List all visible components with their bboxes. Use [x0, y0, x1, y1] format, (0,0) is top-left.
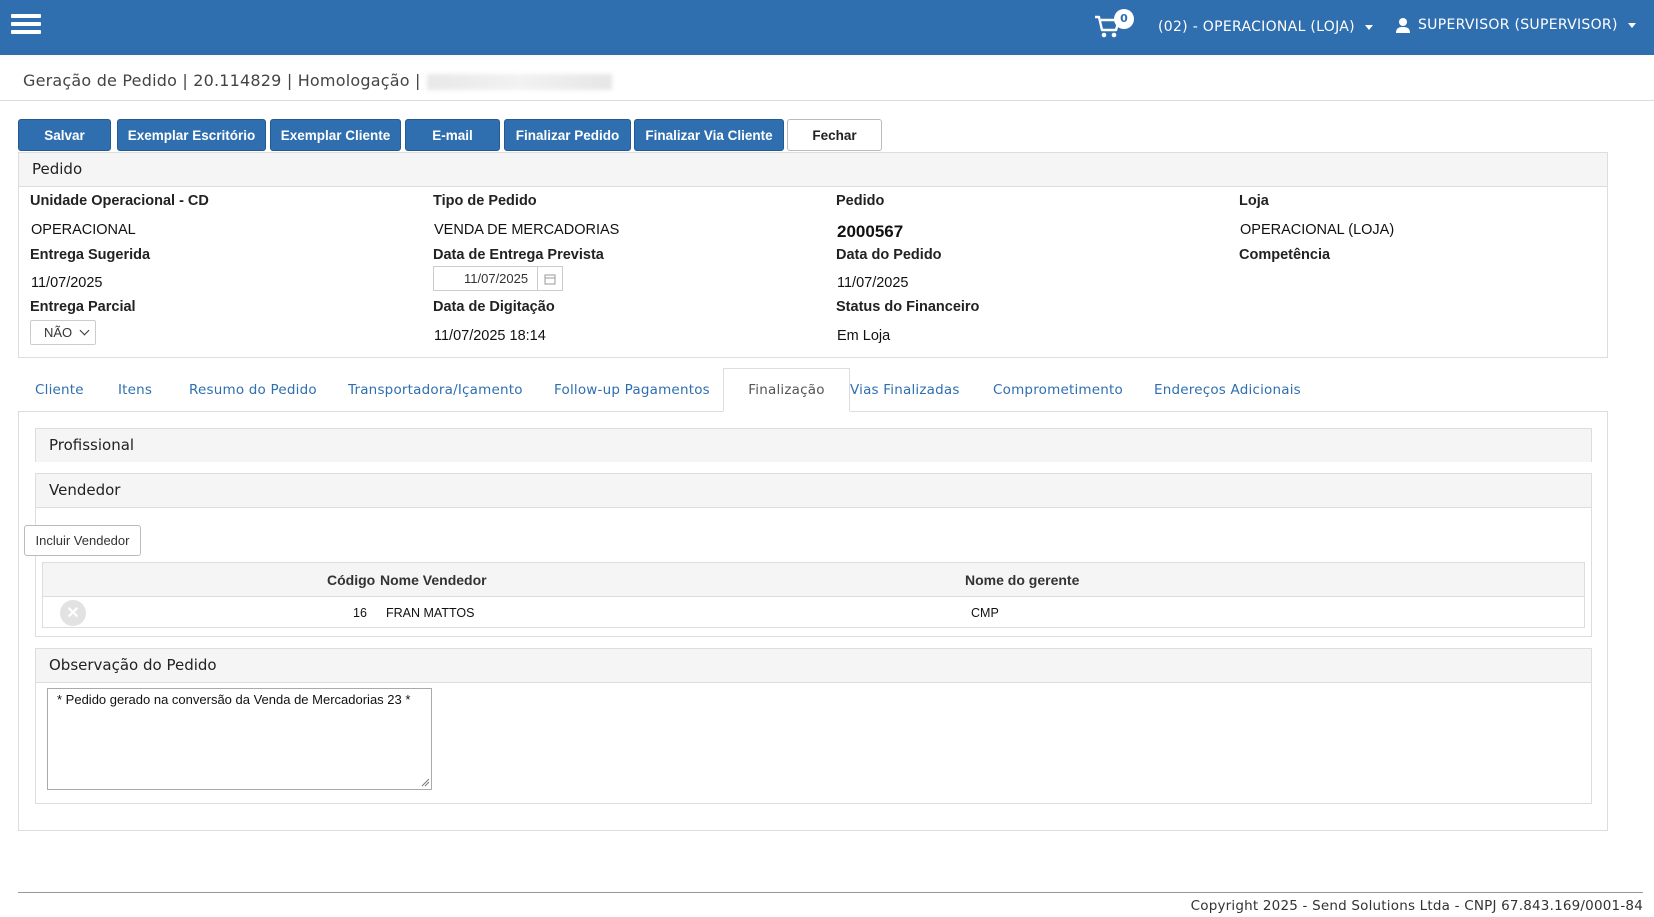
breadcrumb: Geração de Pedido | 20.114829 | Homologa…	[23, 71, 612, 90]
unidade-label: Unidade Operacional - CD	[30, 193, 209, 209]
chevron-down-icon	[79, 325, 90, 336]
tab-follow-up-pagamentos[interactable]: Follow-up Pagamentos	[554, 368, 710, 411]
tab-cliente[interactable]: Cliente	[35, 368, 84, 411]
tab-transportadora[interactable]: Transportadora/Içamento	[348, 368, 523, 411]
menu-icon[interactable]	[11, 14, 41, 36]
finalizar-via-cliente-button[interactable]: Finalizar Via Cliente	[634, 119, 784, 151]
loja-label: Loja	[1239, 193, 1269, 209]
entrega-parcial-label: Entrega Parcial	[30, 299, 136, 315]
observacao-textarea[interactable]: * Pedido gerado na conversão da Venda de…	[47, 688, 432, 790]
calendar-icon[interactable]	[537, 267, 562, 290]
caret-down-icon	[1627, 22, 1636, 28]
loja-value: OPERACIONAL (LOJA)	[1240, 222, 1395, 238]
data-entrega-prevista-input[interactable]: 11/07/2025	[433, 266, 563, 291]
pedido-panel-title: Pedido	[19, 153, 1607, 187]
observacao-panel-title: Observação do Pedido	[36, 649, 1591, 683]
entrega-parcial-value: NÃO	[44, 325, 73, 340]
entrega-sugerida-value: 11/07/2025	[31, 275, 103, 291]
email-button[interactable]: E-mail	[405, 119, 500, 151]
tab-resumo-do-pedido[interactable]: Resumo do Pedido	[189, 368, 317, 411]
redacted-text	[426, 73, 612, 90]
store-selector[interactable]: (02) - OPERACIONAL (LOJA)	[1158, 19, 1373, 35]
store-selector-label: (02) - OPERACIONAL (LOJA)	[1158, 19, 1355, 35]
tab-finalizacao[interactable]: Finalização	[723, 368, 850, 412]
profissional-panel: Profissional	[35, 428, 1592, 462]
exemplar-cliente-button[interactable]: Exemplar Cliente	[270, 119, 401, 151]
row-nome-vendedor: FRAN MATTOS	[386, 606, 475, 620]
unidade-value: OPERACIONAL	[31, 222, 136, 238]
top-navbar: 0 (02) - OPERACIONAL (LOJA) SUPERVISOR (…	[0, 0, 1654, 55]
data-pedido-value: 11/07/2025	[837, 275, 909, 291]
data-entrega-prevista-label: Data de Entrega Prevista	[433, 247, 604, 263]
breadcrumb-text: Geração de Pedido | 20.114829 | Homologa…	[23, 71, 421, 90]
table-row: ✕ 16 FRAN MATTOS CMP	[43, 596, 1584, 628]
remove-icon[interactable]: ✕	[60, 600, 86, 626]
row-nome-gerente: CMP	[971, 606, 999, 620]
vendedor-panel-title: Vendedor	[36, 474, 1591, 508]
status-financeiro-value: Em Loja	[837, 328, 891, 344]
row-codigo: 16	[353, 606, 367, 620]
column-header-nome-gerente: Nome do gerente	[965, 572, 1080, 588]
tab-vias-finalizadas[interactable]: Vias Finalizadas	[850, 368, 960, 411]
data-entrega-prevista-value: 11/07/2025	[464, 271, 529, 286]
exemplar-escritorio-button[interactable]: Exemplar Escritório	[117, 119, 266, 151]
close-button[interactable]: Fechar	[787, 119, 882, 151]
add-vendedor-button[interactable]: Incluir Vendedor	[24, 525, 141, 556]
footer-copyright: Copyright 2025 - Send Solutions Ltda - C…	[1190, 898, 1643, 914]
column-header-nome-vendedor: Nome Vendedor	[380, 572, 487, 588]
user-menu-label: SUPERVISOR (SUPERVISOR)	[1418, 17, 1618, 33]
tab-bar: Cliente Itens Resumo do Pedido Transport…	[18, 368, 1608, 412]
tab-itens[interactable]: Itens	[118, 368, 152, 411]
vendedor-table: Código Nome Vendedor Nome do gerente ✕ 1…	[42, 562, 1585, 628]
profissional-panel-title: Profissional	[36, 429, 1591, 462]
data-digitacao-label: Data de Digitação	[433, 299, 555, 315]
competencia-label: Competência	[1239, 247, 1331, 263]
table-header: Código Nome Vendedor Nome do gerente	[43, 563, 1584, 597]
data-digitacao-value: 11/07/2025 18:14	[434, 328, 546, 344]
cart-count-badge: 0	[1114, 9, 1134, 29]
save-button[interactable]: Salvar	[18, 119, 111, 151]
tipo-pedido-value: VENDA DE MERCADORIAS	[434, 222, 620, 238]
data-pedido-label: Data do Pedido	[836, 247, 942, 263]
entrega-parcial-select[interactable]: NÃO	[30, 320, 96, 345]
user-icon	[1396, 18, 1410, 33]
resize-handle-icon[interactable]	[421, 778, 430, 787]
pedido-number-value: 2000567	[837, 222, 904, 241]
divider	[0, 100, 1654, 101]
finalizar-pedido-button[interactable]: Finalizar Pedido	[504, 119, 631, 151]
user-menu[interactable]: SUPERVISOR (SUPERVISOR)	[1396, 17, 1636, 33]
tab-enderecos-adicionais[interactable]: Endereços Adicionais	[1154, 368, 1301, 411]
pedido-panel: Pedido Unidade Operacional - CD OPERACIO…	[18, 152, 1608, 358]
tipo-pedido-label: Tipo de Pedido	[433, 193, 537, 209]
status-financeiro-label: Status do Financeiro	[836, 299, 980, 315]
entrega-sugerida-label: Entrega Sugerida	[30, 247, 151, 263]
tab-comprometimento[interactable]: Comprometimento	[993, 368, 1123, 411]
caret-down-icon	[1364, 24, 1373, 30]
column-header-codigo: Código	[327, 572, 376, 588]
pedido-number-label: Pedido	[836, 193, 885, 209]
footer-divider	[18, 892, 1643, 893]
